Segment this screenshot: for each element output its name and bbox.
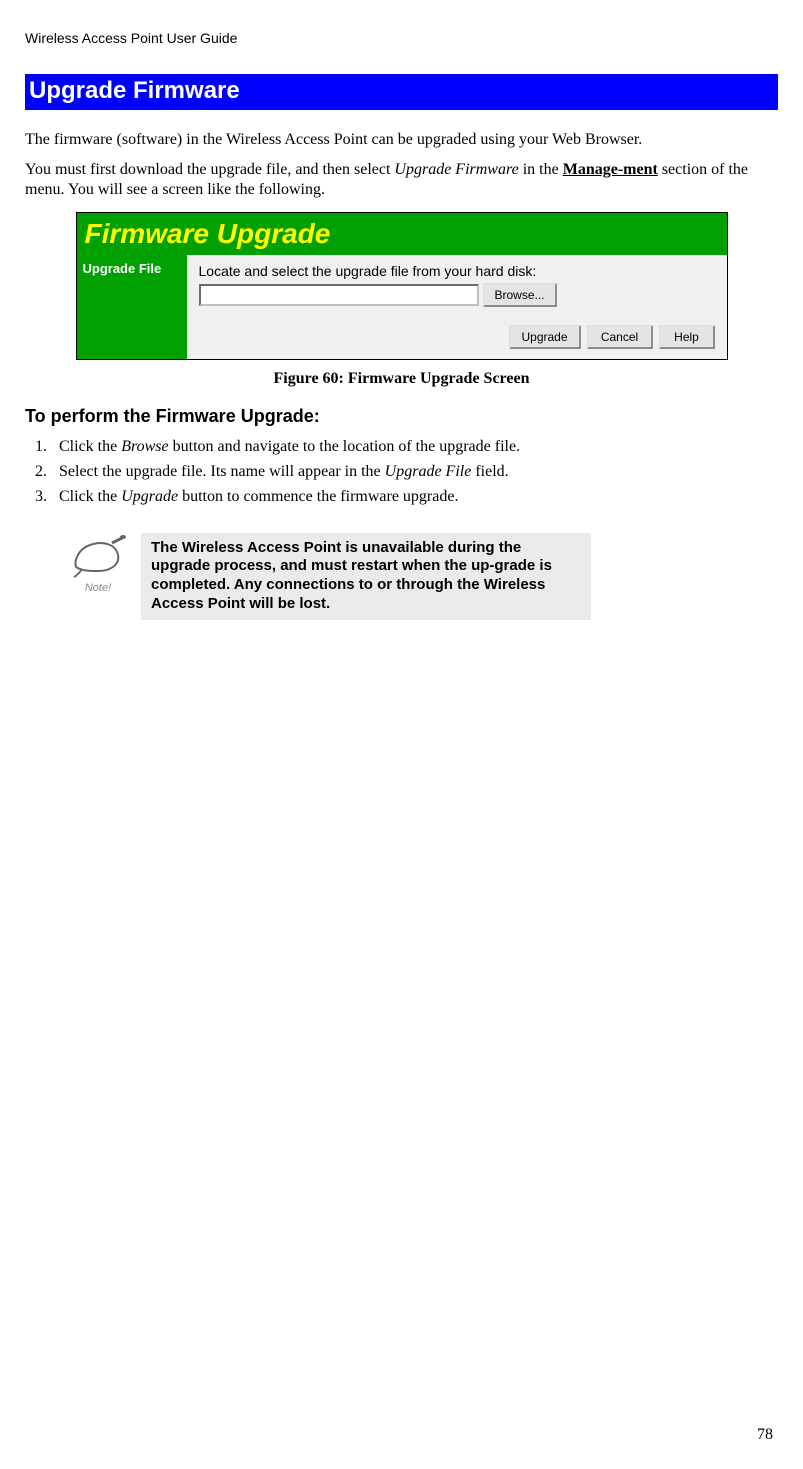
- step3-b: button to commence the firmware upgrade.: [178, 488, 458, 505]
- step2-b: field.: [471, 463, 508, 480]
- button-row: Upgrade Cancel Help: [199, 325, 715, 349]
- para2-text-b: in the: [519, 161, 563, 178]
- upgrade-button[interactable]: Upgrade: [509, 325, 581, 349]
- figure-container: Firmware Upgrade Upgrade File Locate and…: [25, 212, 778, 360]
- file-row: Browse...: [199, 283, 715, 307]
- step1-b: button and navigate to the location of t…: [169, 438, 520, 455]
- step3-a: Click the: [59, 488, 121, 505]
- browse-button[interactable]: Browse...: [483, 283, 557, 307]
- note-box: The Wireless Access Point is unavailable…: [141, 533, 591, 620]
- firmware-upgrade-figure: Firmware Upgrade Upgrade File Locate and…: [76, 212, 728, 360]
- note-row: Note! The Wireless Access Point is unava…: [55, 533, 778, 620]
- para2-bold: Manage-ment: [563, 161, 658, 178]
- step-3: Click the Upgrade button to commence the…: [51, 485, 778, 508]
- step-2: Select the upgrade file. Its name will a…: [51, 460, 778, 483]
- figure-content: Upgrade File Locate and select the upgra…: [77, 255, 727, 359]
- figure-caption: Figure 60: Firmware Upgrade Screen: [25, 370, 778, 388]
- note-icon-cell: Note!: [55, 533, 141, 594]
- help-button[interactable]: Help: [659, 325, 715, 349]
- sidebar-label: Upgrade File: [83, 261, 162, 276]
- running-header: Wireless Access Point User Guide: [25, 30, 778, 46]
- section-title: Upgrade Firmware: [25, 74, 778, 110]
- steps-list: Click the Browse button and navigate to …: [25, 435, 778, 509]
- figure-sidebar: Upgrade File: [77, 255, 187, 359]
- note-label: Note!: [85, 582, 111, 594]
- figure-hint: Locate and select the upgrade file from …: [199, 263, 715, 279]
- step-1: Click the Browse button and navigate to …: [51, 435, 778, 458]
- step2-italic: Upgrade File: [385, 463, 472, 480]
- cancel-button[interactable]: Cancel: [587, 325, 653, 349]
- paragraph-1: The firmware (software) in the Wireless …: [25, 130, 778, 150]
- note-icon: [68, 535, 128, 584]
- para2-italic: Upgrade Firmware: [394, 161, 518, 178]
- page-number: 78: [757, 1426, 773, 1444]
- procedure-header: To perform the Firmware Upgrade:: [25, 406, 778, 427]
- paragraph-2: You must first download the upgrade file…: [25, 160, 778, 200]
- step2-a: Select the upgrade file. Its name will a…: [59, 463, 385, 480]
- para2-text-a: You must first download the upgrade file…: [25, 161, 394, 178]
- step1-a: Click the: [59, 438, 121, 455]
- figure-panel: Locate and select the upgrade file from …: [187, 255, 727, 359]
- figure-title-row: Firmware Upgrade: [77, 213, 727, 255]
- step3-italic: Upgrade: [121, 488, 178, 505]
- step1-italic: Browse: [121, 438, 168, 455]
- upgrade-file-input[interactable]: [199, 284, 479, 306]
- figure-title: Firmware Upgrade: [77, 218, 331, 250]
